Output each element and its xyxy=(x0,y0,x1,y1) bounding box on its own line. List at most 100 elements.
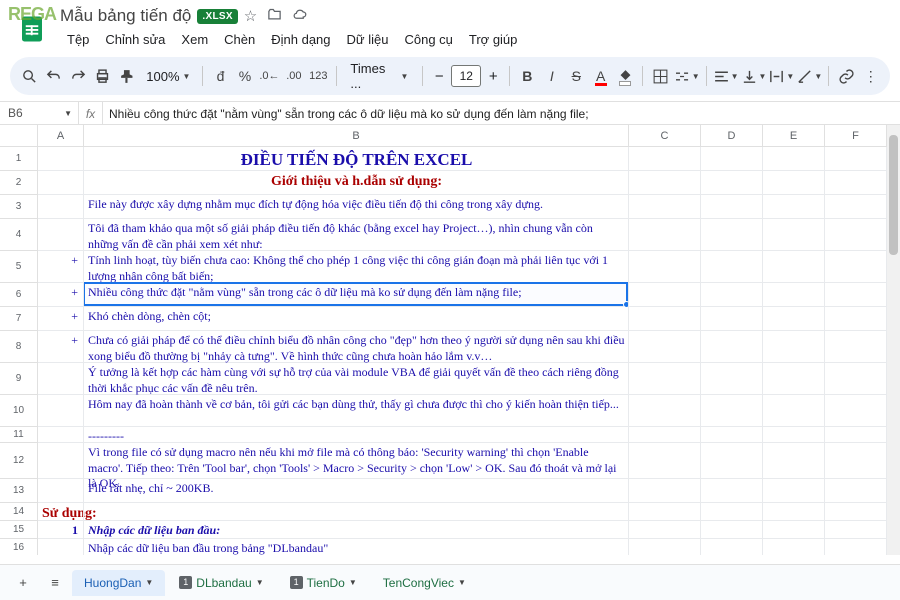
move-icon[interactable] xyxy=(267,7,282,26)
sheet-tab[interactable]: 1TienDo▼ xyxy=(278,570,369,596)
scroll-thumb[interactable] xyxy=(889,135,898,255)
decrease-decimal-icon[interactable]: .0← xyxy=(258,63,280,89)
undo-icon[interactable] xyxy=(42,63,64,89)
menu-help[interactable]: Trợ giúp xyxy=(462,28,525,51)
cell[interactable]: Ý tưởng là kết hợp các hàm cùng với sự h… xyxy=(84,363,629,395)
formula-input[interactable]: Nhiều công thức đặt "nằm vùng" sẵn trong… xyxy=(102,102,900,124)
formula-bar: B6▼ fx Nhiều công thức đặt "nằm vùng" sẵ… xyxy=(0,101,900,125)
increase-decimal-icon[interactable]: .00 xyxy=(283,63,305,89)
cell[interactable]: --------- xyxy=(84,427,629,443)
cell[interactable]: Chưa có giải pháp để có thể điều chỉnh b… xyxy=(84,331,629,363)
sheet-tab[interactable]: TenCongViec▼ xyxy=(371,570,478,596)
cell[interactable]: Hôm nay đã hoàn thành về cơ bản, tôi gửi… xyxy=(84,395,629,427)
row-header[interactable]: 3 xyxy=(0,195,37,219)
row-header[interactable]: 5 xyxy=(0,251,37,283)
menu-insert[interactable]: Chèn xyxy=(217,28,262,51)
row-header[interactable]: 13 xyxy=(0,479,37,503)
add-sheet-icon[interactable]: + xyxy=(8,569,38,597)
fx-icon[interactable]: fx xyxy=(78,102,102,124)
vertical-scrollbar[interactable] xyxy=(887,125,900,555)
cell[interactable]: Nhập các dữ liệu ban đầu: xyxy=(84,521,629,539)
cell[interactable]: Giới thiệu và h.dẫn sử dụng: xyxy=(84,171,629,195)
row-header[interactable]: 7 xyxy=(0,307,37,331)
star-icon[interactable]: ☆ xyxy=(244,7,257,26)
cell[interactable]: File rất nhẹ, chỉ ~ 200KB. xyxy=(84,479,629,503)
menu-edit[interactable]: Chỉnh sửa xyxy=(98,28,172,51)
format-123-icon[interactable]: 123 xyxy=(307,63,329,89)
link-icon[interactable] xyxy=(835,63,857,89)
select-all-cell[interactable] xyxy=(0,125,38,146)
cell[interactable]: + xyxy=(38,307,84,331)
currency-icon[interactable]: đ xyxy=(209,63,231,89)
merge-icon[interactable]: ▼ xyxy=(674,63,700,89)
percent-icon[interactable]: % xyxy=(234,63,256,89)
menu-bar: Tệp Chỉnh sửa Xem Chèn Định dạng Dữ liệu… xyxy=(60,28,888,51)
cell[interactable]: Tôi đã tham khảo qua một số giải pháp đi… xyxy=(84,219,629,251)
halign-icon[interactable]: ▼ xyxy=(713,63,739,89)
menu-data[interactable]: Dữ liệu xyxy=(340,28,396,51)
file-badge: .XLSX xyxy=(197,9,237,24)
print-icon[interactable] xyxy=(91,63,113,89)
menu-format[interactable]: Định dạng xyxy=(264,28,337,51)
document-title[interactable]: Mẫu bảng tiến độ xyxy=(60,6,191,26)
cell[interactable]: 1 xyxy=(38,521,84,539)
row-header[interactable]: 16 xyxy=(0,539,37,555)
font-size-input[interactable]: 12 xyxy=(451,65,481,87)
all-sheets-icon[interactable]: ≡ xyxy=(40,569,70,597)
row-header[interactable]: 2 xyxy=(0,171,37,195)
valign-icon[interactable]: ▼ xyxy=(741,63,767,89)
bold-icon[interactable]: B xyxy=(516,63,538,89)
cell[interactable]: Sử dụng: xyxy=(38,503,629,521)
selection-box xyxy=(83,282,628,306)
menu-file[interactable]: Tệp xyxy=(60,28,96,51)
row-header[interactable]: 10 xyxy=(0,395,37,427)
row-header[interactable]: 11 xyxy=(0,427,37,443)
col-header-E[interactable]: E xyxy=(763,125,825,146)
row-header[interactable]: 14 xyxy=(0,503,37,521)
increase-font-icon[interactable]: + xyxy=(483,66,503,86)
wrap-icon[interactable]: ▼ xyxy=(768,63,794,89)
col-header-F[interactable]: F xyxy=(825,125,887,146)
cell[interactable]: + xyxy=(38,251,84,283)
cell[interactable]: + xyxy=(38,331,84,363)
cell[interactable]: File này được xây dựng nhằm mục đích tự … xyxy=(84,195,629,219)
spreadsheet-grid[interactable]: ABCDEF 1234567891011121314151617 ĐIỀU TI… xyxy=(0,125,900,555)
zoom-select[interactable]: 100%▼ xyxy=(140,69,196,84)
cell[interactable]: Vì trong file có sử dụng macro nên nếu k… xyxy=(84,443,629,479)
paint-icon[interactable] xyxy=(116,63,138,89)
cell[interactable]: + xyxy=(38,283,84,307)
row-header[interactable]: 6 xyxy=(0,283,37,307)
app-logo[interactable] xyxy=(12,11,52,47)
cell[interactable]: ĐIỀU TIẾN ĐỘ TRÊN EXCEL xyxy=(84,147,629,171)
rotate-icon[interactable]: ▼ xyxy=(796,63,822,89)
decrease-font-icon[interactable]: − xyxy=(429,66,449,86)
sheet-tab[interactable]: 1DLbandau▼ xyxy=(167,570,275,596)
row-header[interactable]: 1 xyxy=(0,147,37,171)
sheet-tab[interactable]: HuongDan▼ xyxy=(72,570,165,596)
row-header[interactable]: 9 xyxy=(0,363,37,395)
col-header-B[interactable]: B xyxy=(84,125,629,146)
row-header[interactable]: 4 xyxy=(0,219,37,251)
menu-tools[interactable]: Công cụ xyxy=(397,28,459,51)
text-color-icon[interactable]: A xyxy=(590,63,612,89)
italic-icon[interactable]: I xyxy=(541,63,563,89)
cloud-icon[interactable] xyxy=(292,7,307,26)
search-icon[interactable] xyxy=(18,63,40,89)
fill-color-icon[interactable] xyxy=(614,63,636,89)
cell[interactable]: Tính linh hoạt, tùy biến chưa cao: Không… xyxy=(84,251,629,283)
row-header[interactable]: 8 xyxy=(0,331,37,363)
menu-view[interactable]: Xem xyxy=(174,28,215,51)
name-box[interactable]: B6▼ xyxy=(0,106,78,120)
more-icon[interactable]: ⋮ xyxy=(860,63,882,89)
borders-icon[interactable] xyxy=(649,63,671,89)
redo-icon[interactable] xyxy=(67,63,89,89)
strike-icon[interactable]: S xyxy=(565,63,587,89)
row-header[interactable]: 12 xyxy=(0,443,37,479)
col-header-C[interactable]: C xyxy=(629,125,701,146)
font-select[interactable]: Times ...▼ xyxy=(342,61,416,91)
row-header[interactable]: 15 xyxy=(0,521,37,539)
col-header-D[interactable]: D xyxy=(701,125,763,146)
col-header-A[interactable]: A xyxy=(38,125,84,146)
cell[interactable]: Nhập các dữ liệu ban đầu trong bảng "DLb… xyxy=(84,539,629,555)
cell[interactable]: Khó chèn dòng, chèn cột; xyxy=(84,307,629,331)
